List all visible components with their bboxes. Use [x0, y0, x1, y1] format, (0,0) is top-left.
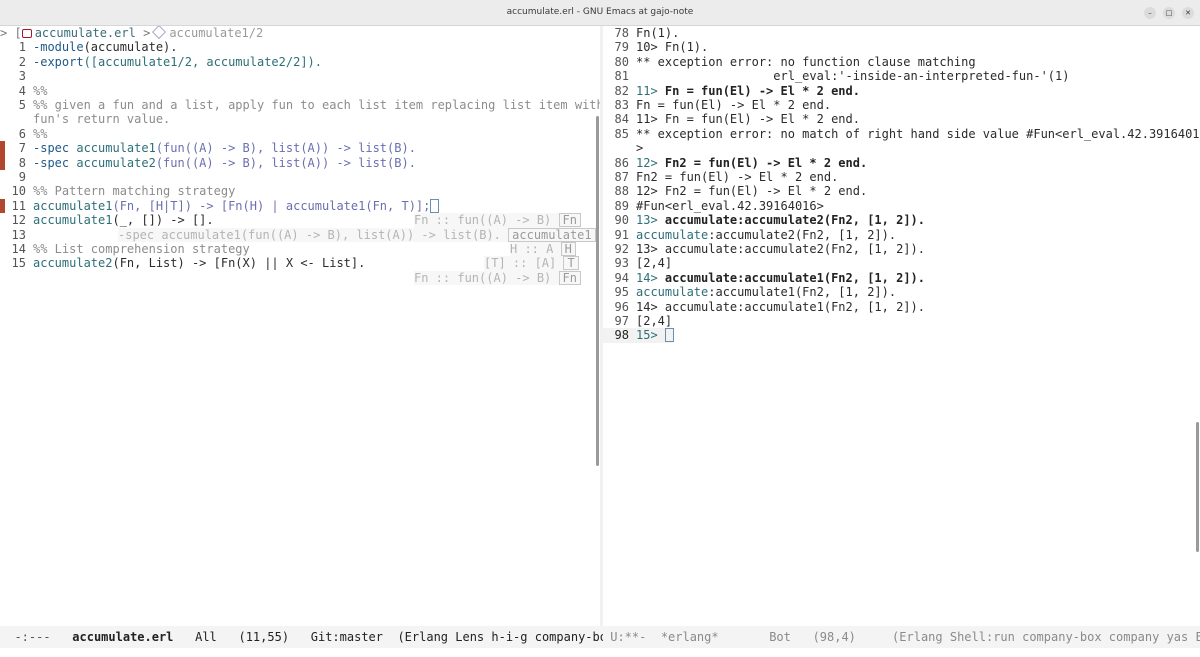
code-line[interactable]: 4%%	[0, 84, 48, 98]
cursor-position: (98,4)	[812, 630, 856, 644]
title-bar: accumulate.erl - GNU Emacs at gajo-note …	[0, 0, 1200, 26]
breadcrumb-separator: >	[143, 26, 151, 40]
close-icon[interactable]: ✕	[1182, 7, 1194, 19]
code-line[interactable]: 8 -spec accumulate2(fun((A) -> B), list(A…	[0, 156, 416, 170]
shell-line: 95 accumulate:accumulate1(Fn2, [1, 2]).	[614, 285, 897, 300]
text-cursor	[430, 198, 440, 213]
vc-branch[interactable]: Git:master	[311, 630, 383, 644]
shell-line: 96 14> accumulate:accumulate1(Fn2, [1, 2]…	[614, 299, 925, 314]
shell-line: 85 ** exception error: no match of right …	[614, 126, 1200, 141]
left-scrollbar[interactable]	[596, 116, 599, 466]
mode-line-shell[interactable]: U:**- *erlang* Bot (98,4) (Erlang Shell:…	[603, 626, 1200, 648]
buffer-status: -:---	[14, 630, 51, 644]
major-minor-modes[interactable]: (Erlang Lens h-i-g company-box comp	[397, 630, 603, 644]
buffer-name[interactable]: accumulate.erl	[72, 630, 173, 644]
code-line-wrapped[interactable]: fun's return value.	[0, 112, 170, 126]
buffer-position: All	[195, 630, 217, 644]
code-line[interactable]: 15 accumulate2(Fn, List) -> [Fn(X) || X <…	[0, 256, 366, 270]
shell-line: 92 13> accumulate:accumulate2(Fn2, [1, 2]…	[614, 242, 925, 256]
shell-line: 80 ** exception error: no function clause…	[614, 54, 976, 69]
code-line[interactable]: 10%% Pattern matching strategy	[0, 184, 236, 198]
breadcrumb-function[interactable]: accumulate1/2	[169, 26, 263, 40]
breadcrumb: > [ accumulate.erl > accumulate1/2	[0, 26, 600, 40]
shell-line: 89 #Fun<erl_eval.42.39164016>	[614, 198, 824, 213]
shell-line: 93 [2,4]	[614, 256, 673, 271]
shell-line-wrapped: >	[636, 141, 644, 156]
window-title: accumulate.erl - GNU Emacs at gajo-note	[506, 7, 694, 17]
function-icon	[152, 26, 167, 40]
mode-line-source[interactable]: -:--- accumulate.erl All (11,55) Git:mas…	[0, 626, 603, 648]
code-line-current[interactable]: 11 accumulate1(Fn, [H|T]) -> [Fn(H) | acc…	[0, 198, 440, 213]
editor-pane-source[interactable]: > [ accumulate.erl > accumulate1/2 1 -modul…	[0, 26, 600, 626]
code-line[interactable]: 12 accumulate1(_, []) -> [].	[0, 213, 214, 227]
code-line[interactable]: 1 -module(accumulate).	[0, 40, 178, 54]
code-line[interactable]: 14%% List comprehension strategy	[0, 242, 250, 256]
code-line[interactable]: 5%% given a fun and a list, apply fun to…	[0, 98, 600, 112]
shell-line: 81 erl_eval:'-inside-an-interpreted-fun-…	[614, 69, 1070, 84]
code-line[interactable]: 9	[0, 170, 33, 184]
type-hint-overlay: Fn :: fun((A) -> B) Fn	[414, 270, 581, 286]
shell-line: 84 11> Fn = fun(El) -> El * 2 end.	[614, 112, 860, 127]
shell-prompt-line[interactable]: 98 15>	[603, 328, 674, 343]
minimize-icon[interactable]: –	[1144, 7, 1156, 19]
breadcrumb-file[interactable]: accumulate.erl	[35, 26, 136, 40]
type-hint-overlay: Fn :: fun((A) -> B) Fn	[414, 213, 581, 228]
shell-input-line: 82 11> Fn = fun(El) -> El * 2 end.	[614, 83, 860, 98]
breadcrumb-prefix: > [	[0, 26, 22, 40]
right-scrollbar[interactable]	[1196, 422, 1199, 552]
shell-input-line: 86 12> Fn2 = fun(El) -> El * 2 end.	[614, 155, 868, 170]
code-line[interactable]: 6%%	[0, 127, 48, 141]
spec-hint-overlay: -spec accumulate1(fun((A) -> B), list(A)…	[118, 227, 596, 242]
code-line[interactable]: 13	[0, 228, 33, 242]
type-hint-overlay: H :: A H	[510, 242, 576, 257]
echo-area	[0, 648, 1200, 657]
cursor-position: (11,55)	[238, 630, 290, 644]
shell-line: 78 Fn(1).	[614, 26, 680, 40]
erlang-shell-pane[interactable]: 78 Fn(1). 79 10> Fn(1). 80 ** exception err…	[603, 26, 1200, 626]
shell-input-line: 94 14> accumulate:accumulate1(Fn2, [1, 2]…	[614, 270, 925, 285]
type-hint-overlay: [T] :: [A] T	[484, 256, 579, 271]
major-minor-modes[interactable]: (Erlang Shell:run company-box company ya…	[892, 630, 1200, 644]
code-line[interactable]: 3	[0, 69, 33, 83]
shell-line: 79 10> Fn(1).	[614, 40, 709, 55]
code-line[interactable]: 7 -spec accumulate1(fun((A) -> B), list(A…	[0, 141, 416, 155]
shell-line: 87 Fn2 = fun(El) -> El * 2 end.	[614, 170, 839, 184]
code-line[interactable]: 2 -export([accumulate1/2, accumulate2/2])…	[0, 55, 322, 69]
maximize-icon[interactable]: □	[1163, 7, 1175, 19]
shell-line: 88 12> Fn2 = fun(El) -> El * 2 end.	[614, 184, 868, 199]
shell-cursor	[664, 328, 674, 343]
shell-line: 91 accumulate:accumulate2(Fn2, [1, 2]).	[614, 227, 897, 242]
erlang-file-icon	[21, 29, 32, 38]
buffer-position: Bot	[769, 630, 791, 644]
buffer-name[interactable]: *erlang*	[661, 630, 719, 644]
shell-line: 83 Fn = fun(El) -> El * 2 end.	[614, 98, 832, 112]
shell-input-line: 90 13> accumulate:accumulate2(Fn2, [1, 2]…	[614, 213, 925, 228]
buffer-status: U:**-	[610, 630, 647, 644]
shell-line: 97 [2,4]	[614, 314, 673, 328]
